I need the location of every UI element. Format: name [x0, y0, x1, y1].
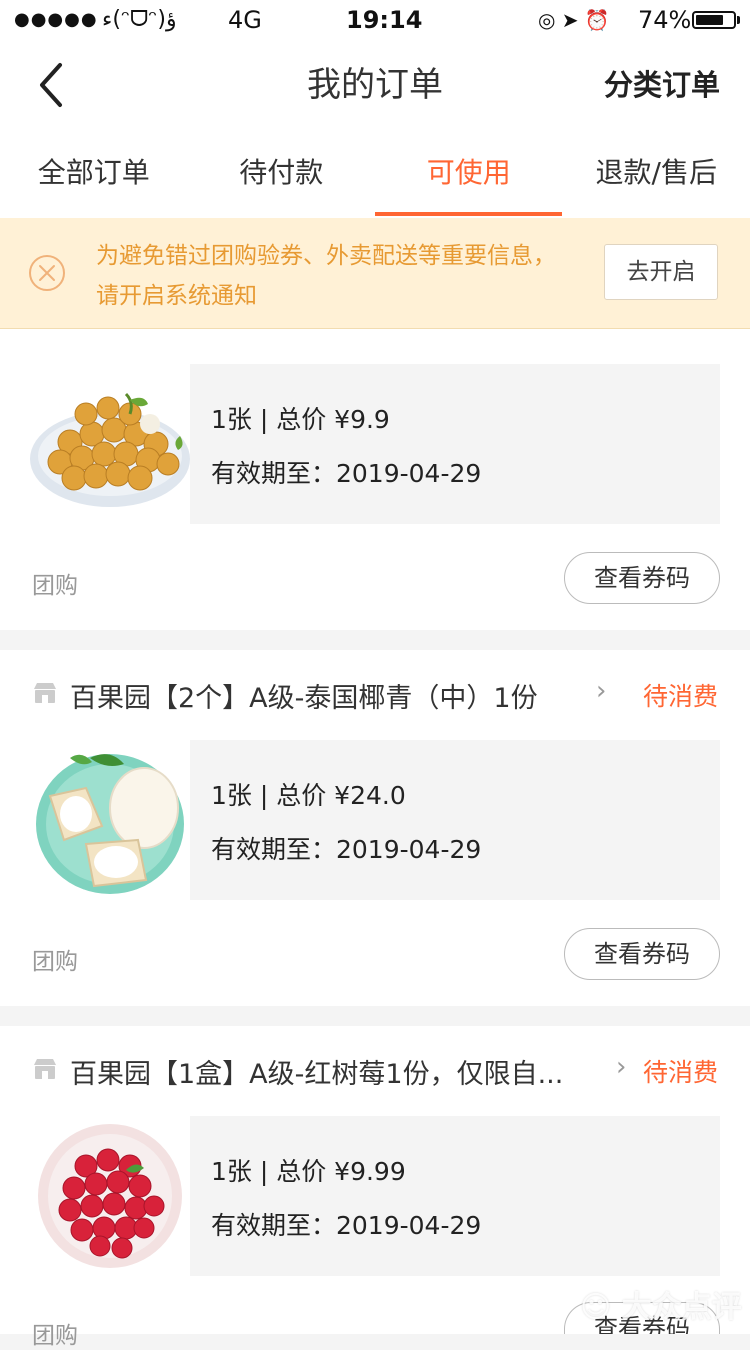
coconut-product-image[interactable]: [30, 740, 190, 900]
signal-strength: ●●●●●: [14, 0, 98, 40]
shop-icon: [32, 1056, 58, 1082]
raspberry-product-image[interactable]: [30, 1116, 190, 1276]
battery-percent: 74%: [638, 0, 691, 40]
order-status: 待消费: [643, 1053, 718, 1089]
back-arrow-icon[interactable]: [30, 60, 80, 110]
enable-notification-button[interactable]: 去开启: [604, 244, 718, 300]
battery-cap: [737, 16, 740, 24]
active-tab-indicator: [375, 212, 562, 216]
view-coupon-code-button[interactable]: 查看券码: [564, 928, 720, 980]
clock: 19:14: [346, 0, 422, 40]
expiry-date: 有效期至：2019-04-29: [211, 1206, 481, 1242]
longan-product-image[interactable]: [30, 364, 190, 524]
battery-icon: [692, 11, 736, 29]
category-orders-button[interactable]: 分类订单: [604, 40, 720, 130]
quantity-price: 1张 | 总价 ¥24.0: [211, 776, 406, 812]
tab-refund-aftersale[interactable]: 退款/售后: [563, 130, 750, 218]
carrier-name: ء(ᵔᗜᵔ)ؤ: [102, 0, 177, 40]
chevron-right-icon: ›: [616, 1052, 626, 1082]
order-info-box: [190, 1116, 720, 1276]
quantity-price: 1张 | 总价 ¥9.99: [211, 1152, 406, 1188]
status-icons: ◎ ➤ ⏰: [538, 0, 610, 40]
notification-message: 为避免错过团购验券、外卖配送等重要信息，请开启系统通知: [96, 236, 576, 316]
watermark-logo: ☺ 大众点评: [580, 1282, 742, 1326]
expiry-date: 有效期至：2019-04-29: [211, 454, 481, 490]
view-coupon-code-button[interactable]: 查看券码: [564, 552, 720, 604]
order-type-label: 团购: [32, 942, 78, 976]
order-info-box: [190, 740, 720, 900]
network-type: 4G: [228, 0, 262, 40]
chevron-right-icon: ›: [596, 676, 606, 706]
shop-icon: [32, 680, 58, 706]
order-info-box: [190, 364, 720, 524]
status-bar: ●●●●● ء(ᵔᗜᵔ)ؤ 4G 19:14 ◎ ➤ ⏰ 74%: [0, 0, 750, 40]
order-type-label: 团购: [32, 1316, 78, 1350]
tab-pending-payment[interactable]: 待付款: [188, 130, 376, 218]
expiry-date: 有效期至：2019-04-29: [211, 830, 481, 866]
close-circle-icon[interactable]: [28, 254, 66, 292]
order-type-label: 团购: [32, 566, 78, 600]
order-title[interactable]: 百果园【2个】A级-泰国椰青（中）1份: [70, 676, 538, 715]
tab-usable[interactable]: 可使用: [375, 130, 563, 218]
order-tabs: 全部订单 待付款 可使用 退款/售后: [0, 130, 750, 218]
tab-all-orders[interactable]: 全部订单: [0, 130, 188, 218]
navigation-bar: 我的订单 分类订单: [0, 40, 750, 130]
quantity-price: 1张 | 总价 ¥9.9: [211, 400, 390, 436]
order-status: 待消费: [643, 677, 718, 713]
order-title[interactable]: 百果园【1盒】A级-红树莓1份，仅限自...: [70, 1052, 563, 1091]
